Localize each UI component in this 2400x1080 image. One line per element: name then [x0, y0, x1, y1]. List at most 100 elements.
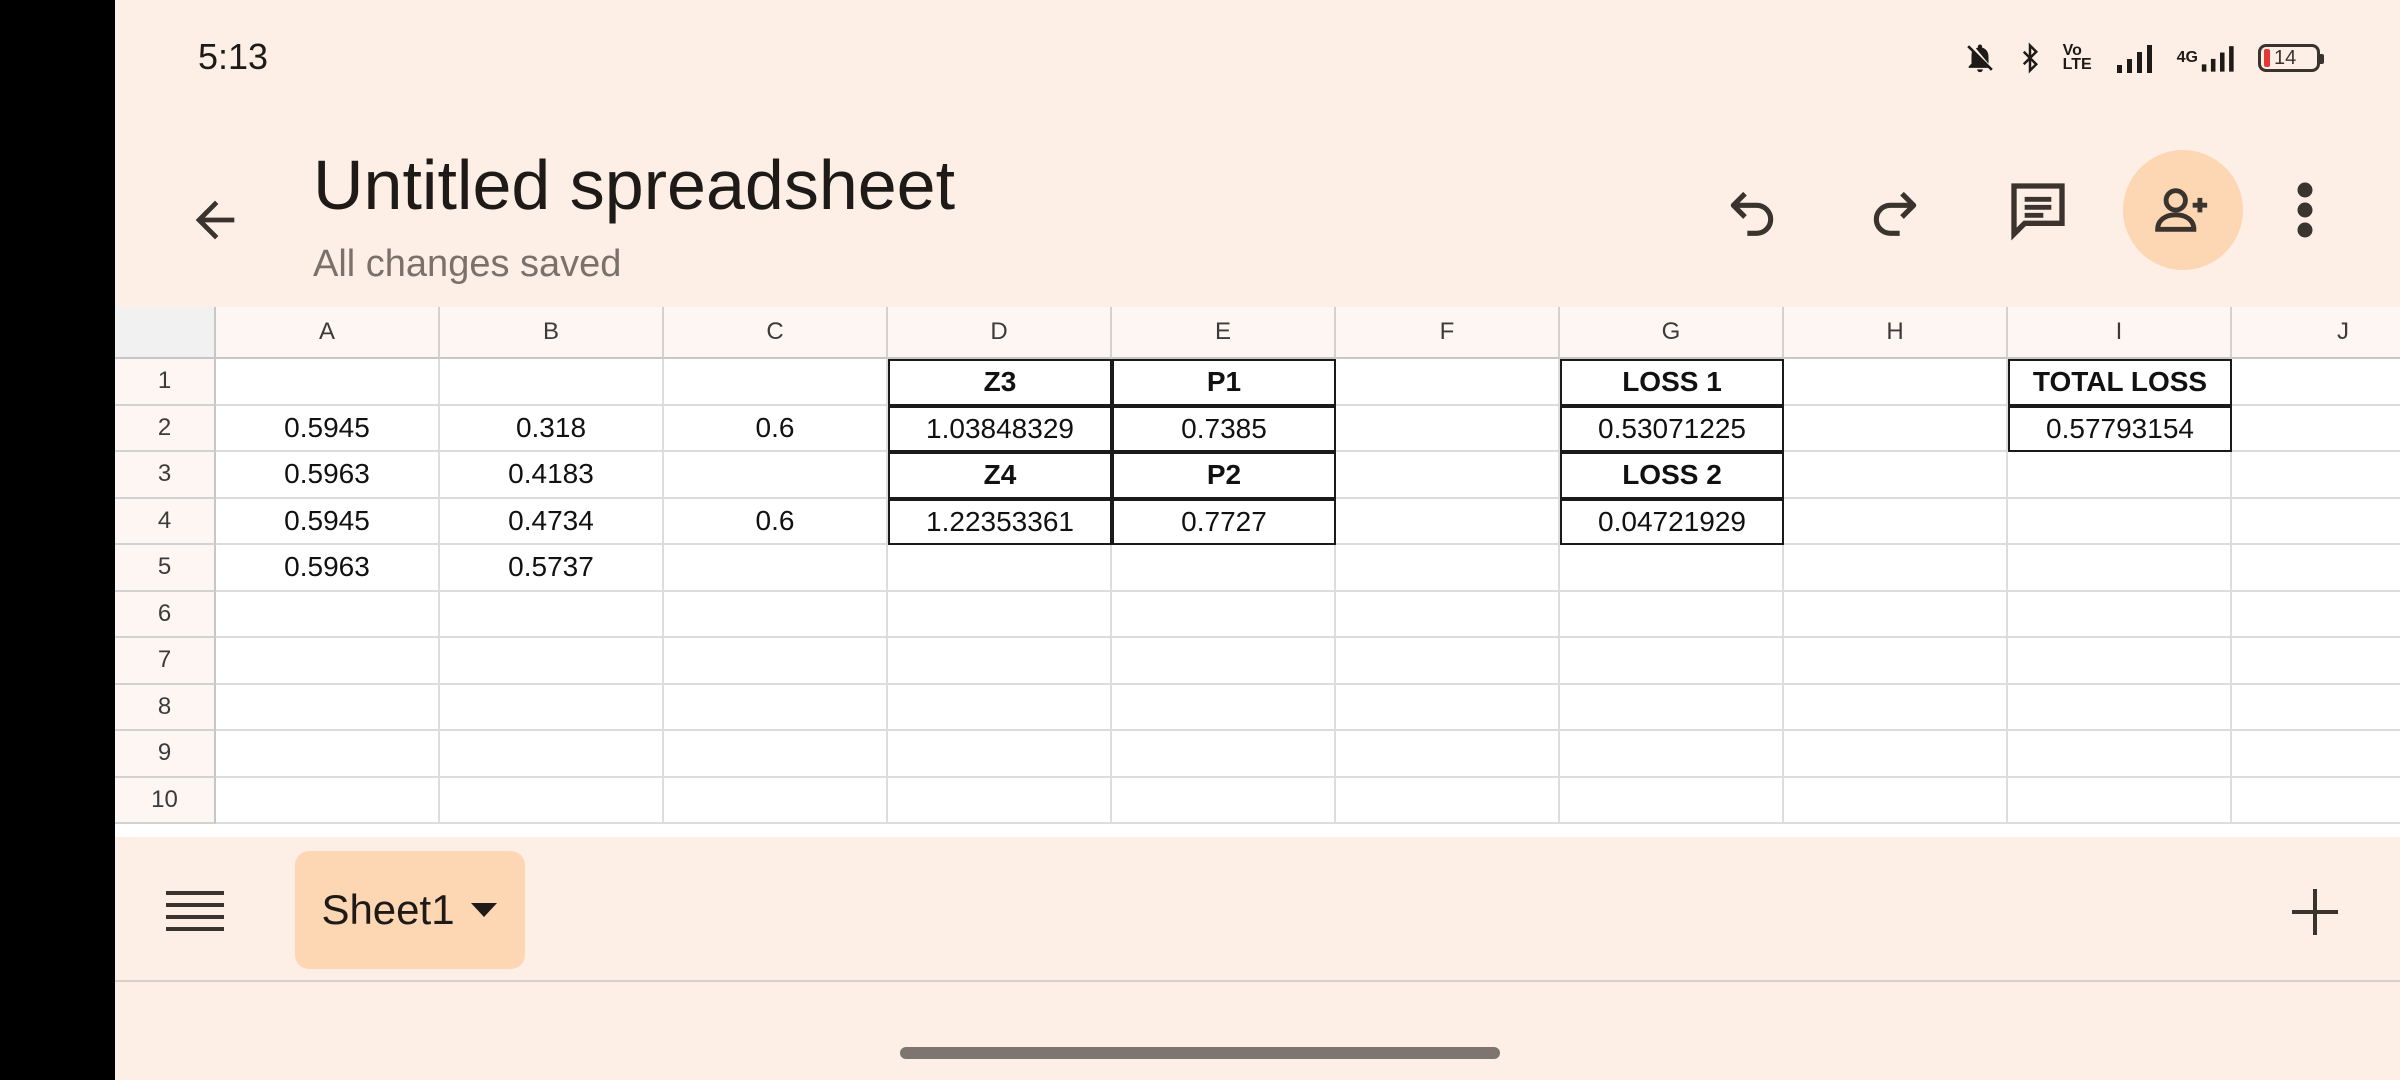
column-header-h[interactable]: H [1784, 307, 2008, 359]
cell-f9[interactable] [1336, 731, 1560, 778]
cell-g4[interactable]: 0.04721929 [1560, 498, 1784, 545]
cell-h3[interactable] [1784, 452, 2008, 499]
cell-c9[interactable] [664, 731, 888, 778]
row-header-4[interactable]: 4 [115, 498, 216, 545]
cell-f1[interactable] [1336, 359, 1560, 406]
cell-i5[interactable] [2008, 545, 2232, 592]
home-indicator[interactable] [900, 1047, 1500, 1059]
cell-e7[interactable] [1112, 638, 1336, 685]
row-header-5[interactable]: 5 [115, 545, 216, 592]
cell-d3[interactable]: Z4 [888, 452, 1112, 499]
cell-j2[interactable] [2232, 406, 2400, 452]
column-header-a[interactable]: A [216, 307, 440, 359]
cell-i1[interactable]: TOTAL LOSS [2008, 359, 2232, 406]
cell-c7[interactable] [664, 638, 888, 685]
row-header-8[interactable]: 8 [115, 684, 216, 731]
cell-d10[interactable] [888, 777, 1112, 824]
column-header-i[interactable]: I [2008, 307, 2232, 359]
cell-a3[interactable]: 0.5963 [216, 452, 440, 499]
cell-g2[interactable]: 0.53071225 [1560, 405, 1784, 452]
cell-h10[interactable] [1784, 777, 2008, 824]
cell-c8[interactable] [664, 684, 888, 731]
cell-b6[interactable] [440, 591, 664, 638]
column-header-g[interactable]: G [1560, 307, 1784, 359]
cell-a6[interactable] [216, 591, 440, 638]
spreadsheet-grid[interactable]: A B C D E F G H I J 1 Z3 P1 LOSS 1 TOTAL LOSS 2 0.5945 0.… [115, 307, 2400, 837]
cell-f6[interactable] [1336, 591, 1560, 638]
comments-button[interactable] [1978, 150, 2098, 270]
document-title[interactable]: Untitled spreadsheet [313, 145, 955, 225]
cell-a4[interactable]: 0.5945 [216, 498, 440, 545]
cell-e5[interactable] [1112, 545, 1336, 592]
back-button[interactable] [165, 170, 265, 270]
cell-b5[interactable]: 0.5737 [440, 545, 664, 592]
cell-i2[interactable]: 0.57793154 [2008, 405, 2232, 452]
cell-f2[interactable] [1336, 405, 1560, 452]
cell-f3[interactable] [1336, 452, 1560, 499]
cell-h1[interactable] [1784, 359, 2008, 406]
column-header-j[interactable]: J [2232, 307, 2400, 359]
cell-c6[interactable] [664, 591, 888, 638]
cell-c2[interactable]: 0.6 [664, 405, 888, 452]
cell-c10[interactable] [664, 777, 888, 824]
cell-e6[interactable] [1112, 591, 1336, 638]
cell-a1[interactable] [216, 359, 440, 406]
cell-b9[interactable] [440, 731, 664, 778]
cell-a8[interactable] [216, 684, 440, 731]
cell-i4[interactable] [2008, 498, 2232, 545]
cell-g3[interactable]: LOSS 2 [1560, 452, 1784, 499]
cell-b10[interactable] [440, 777, 664, 824]
cell-j6[interactable] [2232, 592, 2400, 638]
share-button[interactable] [2123, 150, 2243, 270]
cell-a7[interactable] [216, 638, 440, 685]
cell-e10[interactable] [1112, 777, 1336, 824]
redo-button[interactable] [1835, 150, 1955, 270]
cell-g9[interactable] [1560, 731, 1784, 778]
cell-a9[interactable] [216, 731, 440, 778]
all-sheets-button[interactable] [160, 882, 230, 942]
cell-j3[interactable] [2232, 452, 2400, 499]
row-header-9[interactable]: 9 [115, 731, 216, 778]
cell-b8[interactable] [440, 684, 664, 731]
cell-b4[interactable]: 0.4734 [440, 498, 664, 545]
cell-h8[interactable] [1784, 684, 2008, 731]
row-header-1[interactable]: 1 [115, 359, 216, 406]
cell-g7[interactable] [1560, 638, 1784, 685]
cell-i9[interactable] [2008, 731, 2232, 778]
cell-g5[interactable] [1560, 545, 1784, 592]
cell-d4[interactable]: 1.22353361 [888, 498, 1112, 545]
row-header-10[interactable]: 10 [115, 777, 216, 824]
cell-c3[interactable] [664, 452, 888, 499]
column-header-f[interactable]: F [1336, 307, 1560, 359]
cell-d5[interactable] [888, 545, 1112, 592]
undo-button[interactable] [1692, 150, 1812, 270]
cell-g10[interactable] [1560, 777, 1784, 824]
cell-a2[interactable]: 0.5945 [216, 405, 440, 452]
column-header-d[interactable]: D [888, 307, 1112, 359]
cell-i10[interactable] [2008, 777, 2232, 824]
cell-h5[interactable] [1784, 545, 2008, 592]
cell-d8[interactable] [888, 684, 1112, 731]
cell-f5[interactable] [1336, 545, 1560, 592]
select-all-corner[interactable] [115, 307, 216, 359]
cell-b3[interactable]: 0.4183 [440, 452, 664, 499]
cell-i3[interactable] [2008, 452, 2232, 499]
cell-f10[interactable] [1336, 777, 1560, 824]
cell-a5[interactable]: 0.5963 [216, 545, 440, 592]
cell-b7[interactable] [440, 638, 664, 685]
sheet-tab-sheet1[interactable]: Sheet1 [295, 851, 525, 969]
cell-i6[interactable] [2008, 591, 2232, 638]
cell-d7[interactable] [888, 638, 1112, 685]
cell-h2[interactable] [1784, 405, 2008, 452]
cell-c4[interactable]: 0.6 [664, 498, 888, 545]
cell-d2[interactable]: 1.03848329 [888, 405, 1112, 452]
cell-j7[interactable] [2232, 638, 2400, 685]
cell-f7[interactable] [1336, 638, 1560, 685]
cell-j9[interactable] [2232, 731, 2400, 778]
cell-g8[interactable] [1560, 684, 1784, 731]
cell-e4[interactable]: 0.7727 [1112, 498, 1336, 545]
cell-j10[interactable] [2232, 778, 2400, 824]
cell-c1[interactable] [664, 359, 888, 406]
column-header-b[interactable]: B [440, 307, 664, 359]
row-header-3[interactable]: 3 [115, 452, 216, 499]
